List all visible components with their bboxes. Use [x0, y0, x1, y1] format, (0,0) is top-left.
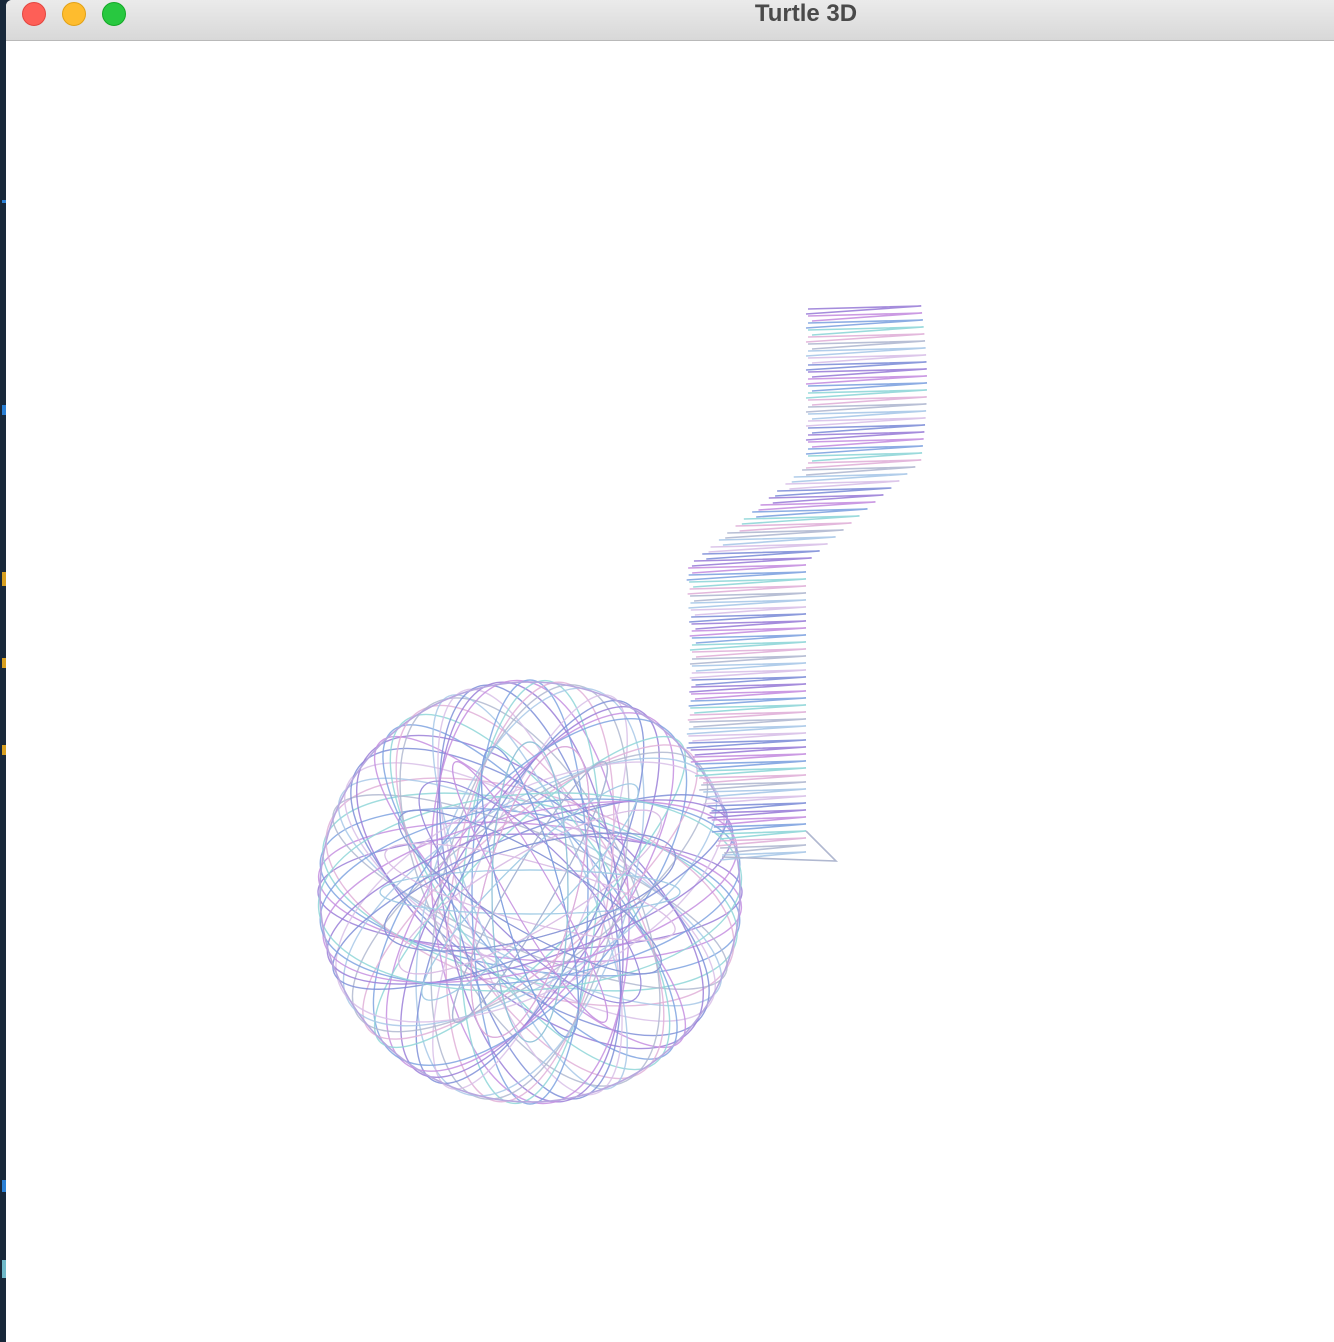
sphere-loop [415, 699, 645, 1085]
sphere-inner-loop [418, 780, 642, 1004]
sphere-loop [322, 792, 738, 992]
sphere-loop [325, 777, 735, 1007]
sphere-loop [389, 713, 671, 1071]
sphere-loop [437, 688, 623, 1096]
sphere-loop [471, 679, 589, 1105]
sphere-inner-loop [418, 780, 642, 1004]
sphere-inner-loop [379, 869, 681, 915]
sphere-inner-loop [491, 741, 569, 1043]
zigzag-ribbon [686, 305, 928, 862]
window-title: Turtle 3D [754, 0, 858, 27]
sphere-loop [415, 687, 645, 1097]
sphere-loop [317, 833, 743, 951]
sphere-loop [430, 684, 630, 1100]
sphere-loop [337, 777, 723, 1007]
turtle-window: Turtle 3D [6, 0, 1334, 1342]
turtle-canvas[interactable] [6, 41, 1334, 1342]
sphere-outline [319, 681, 741, 1103]
sphere-loop [351, 751, 709, 1033]
sphere-loop [326, 799, 734, 985]
window-titlebar[interactable]: Turtle 3D [6, 0, 1334, 41]
turtle-drawing [317, 305, 928, 1105]
